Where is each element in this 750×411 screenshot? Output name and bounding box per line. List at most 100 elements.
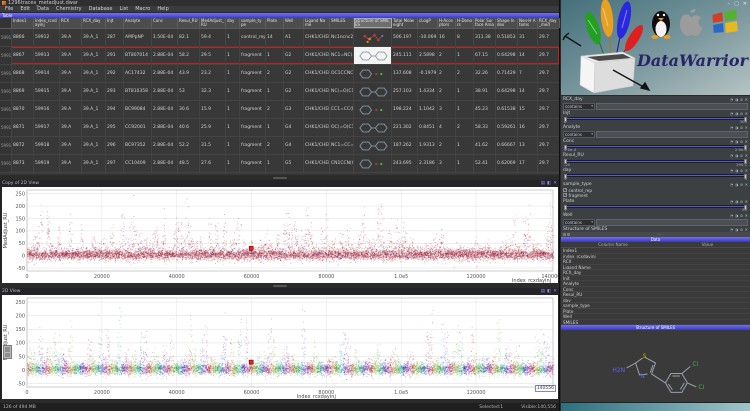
animate-icon[interactable]: ◔: [730, 199, 734, 204]
menu-file[interactable]: File: [2, 6, 16, 12]
slider-handle-max[interactable]: [744, 145, 747, 150]
close-icon[interactable]: ✕: [745, 199, 748, 204]
invert-icon[interactable]: ◑: [735, 168, 739, 173]
invert-icon[interactable]: ◑: [735, 111, 739, 116]
disable-icon[interactable]: ⊘: [740, 125, 743, 130]
column-header-plate[interactable]: Plate: [266, 18, 284, 28]
slider-handle-max[interactable]: [744, 205, 747, 210]
animate-icon[interactable]: ◔: [730, 153, 734, 158]
close-icon[interactable]: ✕: [745, 168, 748, 173]
filter-range-slider[interactable]: [564, 205, 747, 208]
slider-handle-min[interactable]: [564, 174, 567, 179]
disable-icon[interactable]: ⊘: [740, 227, 743, 232]
table-row[interactable]: 5991288665991239.A39.A_1287AMPpNP1.50E-0…: [0, 29, 559, 47]
invert-icon[interactable]: ◑: [735, 125, 739, 130]
disable-icon[interactable]: ⊘: [740, 168, 743, 173]
column-header-polar-surface-area[interactable]: Polar Surface Area: [474, 18, 496, 28]
column-header-smiles[interactable]: SMILES: [330, 18, 354, 28]
axes-icon[interactable]: ▤: [541, 288, 545, 295]
column-header-non-h-atoms[interactable]: Non-H Atoms: [518, 18, 538, 28]
invert-icon[interactable]: ◑: [735, 139, 739, 144]
detail-layout-icon[interactable]: [563, 233, 566, 236]
close-icon[interactable]: ✕: [745, 153, 748, 158]
filter-range-slider[interactable]: [564, 174, 747, 177]
table-row[interactable]: 5991888725991839.A39.A_1296BC973522.88E-…: [0, 137, 559, 155]
animate-icon[interactable]: ◔: [730, 125, 734, 130]
column-header-index-rcxdayinj[interactable]: index_rcxdayinj: [34, 18, 60, 28]
column-header-structure-of-smiles[interactable]: Structure of SMILES: [354, 18, 392, 28]
detail-layout-icon[interactable]: [567, 233, 570, 236]
close-icon[interactable]: ✕: [745, 139, 748, 144]
filter-range-slider[interactable]: [564, 145, 747, 148]
filter-operator-select[interactable]: contains▾: [563, 103, 595, 110]
disable-icon[interactable]: ⊘: [740, 111, 743, 116]
tab-2d-view[interactable]: 2D View: [2, 289, 20, 294]
filter-operator-select[interactable]: contains▾: [563, 131, 595, 138]
disable-icon[interactable]: ⊘: [740, 199, 743, 204]
checkbox-icon[interactable]: ✓: [563, 193, 567, 197]
column-header-clogp[interactable]: cLogP: [418, 18, 438, 28]
animate-icon[interactable]: ◔: [730, 97, 734, 102]
column-header-medadjust-ru[interactable]: MedAdjust_RU: [200, 18, 226, 28]
close-view-icon[interactable]: ✕: [553, 180, 557, 187]
invert-icon[interactable]: ◑: [735, 199, 739, 204]
column-header-conc[interactable]: Conc: [152, 18, 178, 28]
menu-database[interactable]: Database: [86, 6, 116, 12]
filter-text-input[interactable]: [596, 131, 748, 138]
slider-handle-min[interactable]: [564, 205, 567, 210]
animate-icon[interactable]: ◔: [730, 139, 734, 144]
table-row[interactable]: 5991388675991339.A39.A_1291BT8070142.88E…: [0, 47, 559, 65]
column-header-h-acceptors[interactable]: H-Acceptors: [438, 18, 456, 28]
checkbox-icon[interactable]: ✓: [563, 188, 567, 192]
category-option-label[interactable]: fragment: [569, 193, 588, 198]
animate-icon[interactable]: ◔: [730, 227, 734, 232]
close-icon[interactable]: ✕: [745, 97, 748, 102]
slider-handle-max[interactable]: [744, 159, 747, 164]
filter-text-input[interactable]: [596, 219, 748, 226]
column-header-h-donors[interactable]: H-Donors: [456, 18, 474, 28]
table-row[interactable]: 5991588695991539.A39.A_1293BT8103582.88E…: [0, 83, 559, 101]
disable-icon[interactable]: ⊘: [740, 153, 743, 158]
close-icon[interactable]: ✕: [745, 182, 748, 187]
animate-icon[interactable]: ◔: [730, 111, 734, 116]
column-header-well[interactable]: Well: [284, 18, 304, 28]
disable-icon[interactable]: ⊘: [740, 97, 743, 102]
scatter-plot-canvas-bottom[interactable]: [2, 295, 558, 399]
filter-operator-select[interactable]: contains▾: [563, 219, 595, 226]
maximize-icon[interactable]: ▢: [734, 1, 739, 7]
close-icon[interactable]: ✕: [745, 213, 748, 218]
table-row[interactable]: 5991488685991439.A39.A_1292AC174322.88E-…: [0, 65, 559, 83]
column-header-total-molweight[interactable]: Total Molweight: [392, 18, 418, 28]
menu-chemistry[interactable]: Chemistry: [53, 6, 85, 12]
axes-icon[interactable]: ▤: [541, 180, 545, 187]
slider-handle-min[interactable]: [564, 159, 567, 164]
column-header-rcx[interactable]: RCX: [60, 18, 82, 28]
invert-icon[interactable]: ◑: [735, 97, 739, 102]
column-header-day[interactable]: day: [226, 18, 240, 28]
close-icon[interactable]: ✕: [745, 227, 748, 232]
column-header-sample-type[interactable]: sample_type: [240, 18, 266, 28]
slider-handle-min[interactable]: [564, 117, 567, 122]
axis-zoom-widget[interactable]: [3, 345, 12, 359]
column-header-analyte[interactable]: Analyte: [124, 18, 152, 28]
close-icon[interactable]: ✕: [745, 111, 748, 116]
column-header-index1[interactable]: Index1: [12, 18, 34, 28]
slider-handle-max[interactable]: [744, 174, 747, 179]
menu-help[interactable]: Help: [154, 6, 171, 12]
x-axis-end-value-badge[interactable]: 140556: [535, 385, 556, 392]
tab-copy-of-2d-view[interactable]: Copy of 2D View: [2, 181, 39, 186]
slider-handle-min[interactable]: [564, 145, 567, 150]
table-row[interactable]: 5991788715991739.A39.A_1295CC920012.88E-…: [0, 119, 559, 137]
filter-range-slider[interactable]: [564, 117, 747, 120]
menu-macro[interactable]: Macro: [132, 6, 153, 12]
animate-icon[interactable]: ◔: [730, 213, 734, 218]
animate-icon[interactable]: ◔: [730, 182, 734, 187]
filter-text-input[interactable]: [596, 103, 748, 110]
animate-icon[interactable]: ◔: [730, 168, 734, 173]
close-icon[interactable]: ✕: [745, 125, 748, 130]
column-header-ligand-name[interactable]: Ligand Name: [304, 18, 330, 28]
column-header-resul-ru[interactable]: Resul_RU: [178, 18, 200, 28]
structure-detail-view[interactable]: S N H2N Cl Cl: [561, 330, 750, 402]
invert-icon[interactable]: ◑: [735, 213, 739, 218]
column-header-injt[interactable]: Injt: [106, 18, 124, 28]
